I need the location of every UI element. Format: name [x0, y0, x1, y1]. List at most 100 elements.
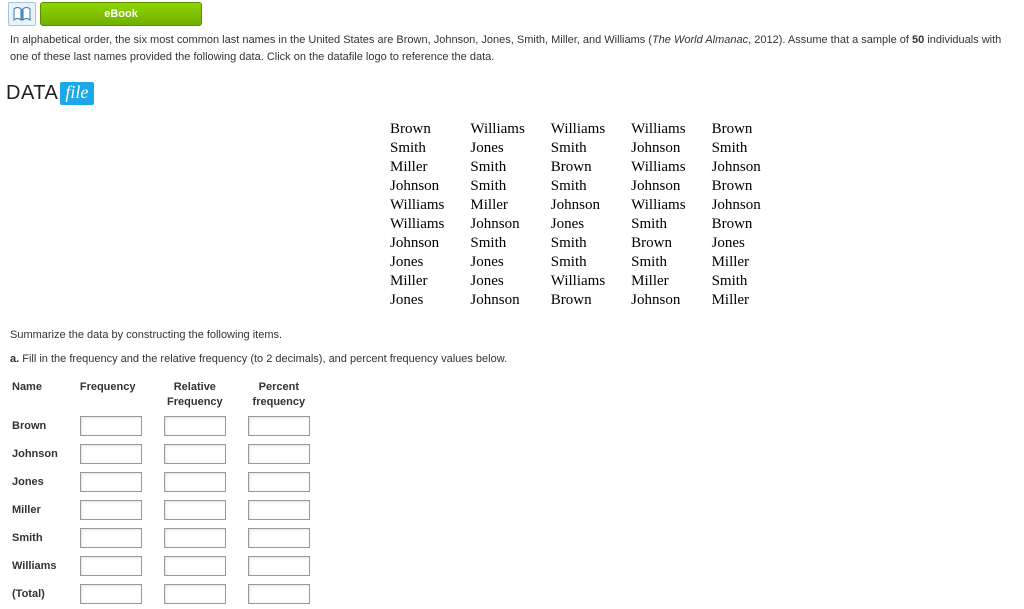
- row-name: (Total): [12, 581, 78, 607]
- frequency-input[interactable]: [80, 528, 142, 548]
- col-frequency: Frequency: [80, 378, 162, 411]
- table-row: Johnson: [12, 441, 330, 467]
- datafile-file-text: file: [60, 82, 94, 105]
- part-a-text: a. Fill in the frequency and the relativ…: [10, 351, 1014, 369]
- data-cell: Miller: [712, 254, 787, 273]
- frequency-table: Name Frequency RelativeFrequency Percent…: [10, 376, 332, 609]
- data-cell: Brown: [712, 178, 787, 197]
- percent-frequency-input[interactable]: [248, 444, 310, 464]
- data-cell: Williams: [390, 216, 470, 235]
- table-row: Williams: [12, 553, 330, 579]
- data-cell: Williams: [631, 197, 711, 216]
- data-cell: Smith: [712, 273, 787, 292]
- data-cell: Williams: [470, 121, 550, 140]
- relative-frequency-input[interactable]: [164, 556, 226, 576]
- data-cell: Miller: [712, 292, 787, 311]
- ebook-label: eBook: [104, 8, 138, 20]
- data-cell: Williams: [631, 159, 711, 178]
- table-row: Smith: [12, 525, 330, 551]
- data-cell: Brown: [712, 121, 787, 140]
- data-cell: Williams: [551, 121, 631, 140]
- data-cell: Brown: [551, 292, 631, 311]
- data-cell: Smith: [470, 235, 550, 254]
- ebook-button[interactable]: eBook: [40, 2, 202, 26]
- open-book-icon: [13, 7, 31, 21]
- data-cell: Smith: [551, 235, 631, 254]
- percent-frequency-input[interactable]: [248, 528, 310, 548]
- row-name: Johnson: [12, 441, 78, 467]
- summarize-text: Summarize the data by constructing the f…: [10, 327, 1014, 345]
- relative-frequency-input[interactable]: [164, 584, 226, 604]
- data-cell: Williams: [631, 121, 711, 140]
- percent-frequency-input[interactable]: [248, 472, 310, 492]
- data-cell: Johnson: [470, 216, 550, 235]
- data-cell: Smith: [470, 178, 550, 197]
- row-name: Jones: [12, 469, 78, 495]
- data-cell: Johnson: [390, 235, 470, 254]
- relative-frequency-input[interactable]: [164, 416, 226, 436]
- table-row: Jones: [12, 469, 330, 495]
- data-cell: Johnson: [631, 292, 711, 311]
- col-percent: Percentfrequency: [248, 378, 330, 411]
- ebook-icon-button[interactable]: [8, 2, 36, 26]
- frequency-input[interactable]: [80, 584, 142, 604]
- frequency-input[interactable]: [80, 500, 142, 520]
- data-cell: Smith: [551, 254, 631, 273]
- data-cell: Brown: [631, 235, 711, 254]
- data-cell: Jones: [470, 273, 550, 292]
- data-cell: Jones: [390, 292, 470, 311]
- data-cell: Williams: [551, 273, 631, 292]
- intro-text: In alphabetical order, the six most comm…: [10, 32, 1014, 66]
- data-cell: Smith: [551, 140, 631, 159]
- row-name: Smith: [12, 525, 78, 551]
- frequency-input[interactable]: [80, 472, 142, 492]
- data-cell: Brown: [551, 159, 631, 178]
- data-cell: Johnson: [631, 140, 711, 159]
- data-cell: Johnson: [390, 178, 470, 197]
- col-relative: RelativeFrequency: [164, 378, 246, 411]
- table-row: Brown: [12, 413, 330, 439]
- data-cell: Smith: [631, 254, 711, 273]
- frequency-input[interactable]: [80, 416, 142, 436]
- data-cell: Miller: [470, 197, 550, 216]
- datafile-data-text: DATA: [6, 82, 58, 105]
- row-name: Williams: [12, 553, 78, 579]
- relative-frequency-input[interactable]: [164, 472, 226, 492]
- data-cell: Smith: [712, 140, 787, 159]
- sample-data-grid: BrownWilliamsWilliamsWilliamsBrownSmithJ…: [390, 121, 1024, 311]
- datafile-logo[interactable]: DATA file: [6, 82, 94, 105]
- data-cell: Brown: [712, 216, 787, 235]
- data-cell: Johnson: [712, 197, 787, 216]
- table-row: Miller: [12, 497, 330, 523]
- row-name: Brown: [12, 413, 78, 439]
- percent-frequency-input[interactable]: [248, 556, 310, 576]
- data-cell: Smith: [551, 178, 631, 197]
- relative-frequency-input[interactable]: [164, 528, 226, 548]
- percent-frequency-input[interactable]: [248, 500, 310, 520]
- data-cell: Johnson: [631, 178, 711, 197]
- data-cell: Jones: [551, 216, 631, 235]
- row-name: Miller: [12, 497, 78, 523]
- data-cell: Jones: [470, 254, 550, 273]
- frequency-input[interactable]: [80, 444, 142, 464]
- data-cell: Jones: [390, 254, 470, 273]
- data-cell: Miller: [631, 273, 711, 292]
- data-cell: Johnson: [712, 159, 787, 178]
- data-cell: Miller: [390, 273, 470, 292]
- data-cell: Brown: [390, 121, 470, 140]
- data-cell: Williams: [390, 197, 470, 216]
- frequency-input[interactable]: [80, 556, 142, 576]
- data-cell: Smith: [390, 140, 470, 159]
- data-cell: Miller: [390, 159, 470, 178]
- table-row: (Total): [12, 581, 330, 607]
- data-cell: Smith: [631, 216, 711, 235]
- relative-frequency-input[interactable]: [164, 444, 226, 464]
- data-cell: Johnson: [551, 197, 631, 216]
- col-name: Name: [12, 378, 78, 411]
- percent-frequency-input[interactable]: [248, 584, 310, 604]
- relative-frequency-input[interactable]: [164, 500, 226, 520]
- percent-frequency-input[interactable]: [248, 416, 310, 436]
- data-cell: Johnson: [470, 292, 550, 311]
- data-cell: Jones: [712, 235, 787, 254]
- data-cell: Smith: [470, 159, 550, 178]
